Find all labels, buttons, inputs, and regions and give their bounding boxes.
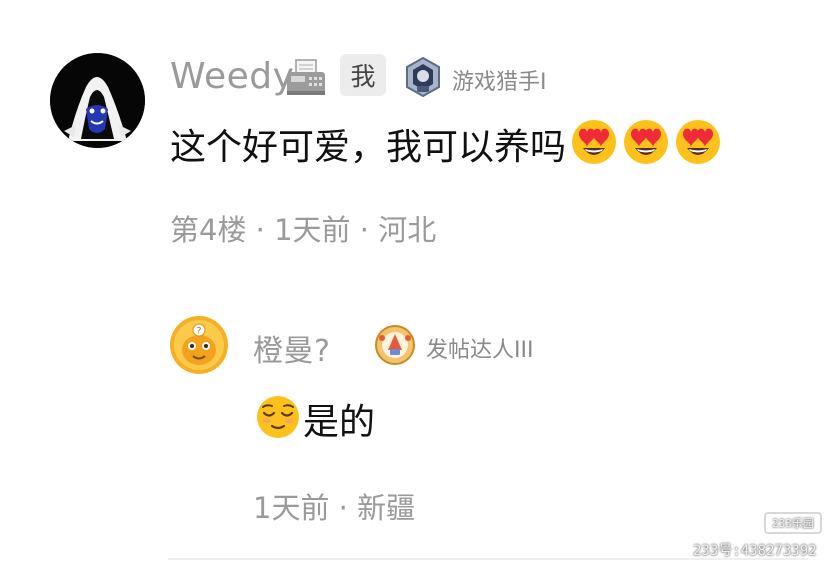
reply-text: 是的 (303, 402, 376, 443)
reply-meta: 1天前 · 新疆 (253, 491, 416, 525)
relieved-face-emoji-icon (255, 394, 301, 444)
heart-eyes-emoji-icon (622, 118, 670, 170)
comment-username[interactable]: Weedy (170, 56, 294, 97)
watermark-id: 233号:438273392 (693, 543, 817, 559)
watermark-logo: 233乐园 (764, 512, 822, 534)
me-badge: 我 (340, 54, 386, 96)
heart-eyes-emoji-icon (570, 118, 618, 170)
comment-body: 这个好可爱，我可以养吗 (170, 118, 722, 170)
divider (168, 558, 808, 560)
heart-eyes-emoji-icon (674, 118, 722, 170)
user-avatar-weedy[interactable] (50, 53, 145, 148)
comment-meta: 第4楼 · 1天前 · 河北 (170, 213, 437, 247)
comment-title-badge: 游戏猎手I (452, 70, 547, 95)
comment-text: 这个好可爱，我可以养吗 (170, 127, 567, 168)
reply-title-badge: 发帖达人III (426, 338, 534, 363)
svg-text:?: ? (197, 327, 202, 337)
post-master-badge-icon (374, 324, 416, 370)
reply-username[interactable]: 橙曼? (253, 326, 330, 370)
reply-body: 是的 (255, 393, 375, 445)
fax-icon (284, 58, 328, 102)
reply-user-avatar[interactable]: ? (170, 316, 228, 374)
game-hunter-badge-icon (402, 56, 444, 102)
